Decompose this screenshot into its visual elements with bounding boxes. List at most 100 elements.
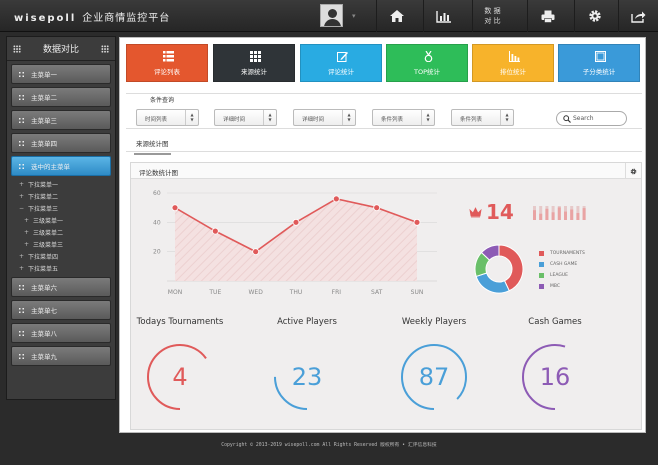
sidebar-subitem-label: 下拉菜单一 xyxy=(28,181,59,189)
sidebar-item-label: 主菜单一 xyxy=(31,71,57,79)
sidebar-subitem[interactable]: + 三级菜单一 xyxy=(11,214,111,226)
sidebar-item[interactable]: 选中的主菜单 xyxy=(11,156,111,176)
updown-icon: ▲ ▼ xyxy=(421,110,434,125)
sidebar-item[interactable]: 主菜单八 xyxy=(11,323,111,343)
y-tick-label: 60 xyxy=(153,190,161,197)
rank-value: 14 xyxy=(486,200,514,224)
panel-settings-button[interactable] xyxy=(625,163,641,179)
stat-value: 87 xyxy=(418,363,450,391)
mini-bar xyxy=(557,207,561,220)
stat-title: Cash Games xyxy=(528,317,582,327)
grid-icon xyxy=(18,116,25,124)
sidebar-item[interactable]: 主菜单二 xyxy=(11,87,111,107)
sidebar-item[interactable]: 主菜单七 xyxy=(11,300,111,320)
search-icon xyxy=(563,115,571,123)
data-point[interactable] xyxy=(171,204,179,212)
mini-bar xyxy=(570,209,574,220)
brand: wisepoll 企业商情监控平台 xyxy=(14,9,170,24)
user-menu-caret-icon[interactable]: ▾ xyxy=(352,12,356,20)
sidebar-item-label: 主菜单八 xyxy=(31,330,57,338)
tile-edit[interactable]: 评论统计 xyxy=(300,44,382,82)
share-icon xyxy=(631,11,646,23)
sidebar-item[interactable]: 主菜单九 xyxy=(11,346,111,366)
sidebar-subitem-label: 下拉菜单三 xyxy=(28,205,59,213)
search-input[interactable]: Search xyxy=(556,111,627,126)
x-tick-label: THU xyxy=(289,289,303,296)
data-point[interactable] xyxy=(332,195,340,203)
data-compare-button[interactable]: 数 据 对 比 xyxy=(472,0,512,32)
filter-select-value: 详细时间 xyxy=(223,117,246,123)
grid-icon xyxy=(18,93,25,101)
sidebar-subitem[interactable]: + 三级菜单二 xyxy=(11,226,111,238)
mini-bar xyxy=(539,213,543,220)
tile-label: 子分类统计 xyxy=(582,68,616,76)
legend-label: LEAGUE xyxy=(550,273,568,278)
sidebar-item[interactable]: 主菜单六 xyxy=(11,277,111,297)
filter-select[interactable]: 详细时间 ▲ ▼ xyxy=(293,109,356,126)
filter-select[interactable]: 条件列表 ▲ ▼ xyxy=(372,109,435,126)
expand-icon: + xyxy=(24,228,30,236)
mini-bar xyxy=(551,212,555,220)
grid-icon[interactable] xyxy=(101,45,109,53)
mini-bar xyxy=(576,213,580,220)
data-point[interactable] xyxy=(373,204,381,212)
filter-select-value: 时间列表 xyxy=(145,117,168,123)
data-point[interactable] xyxy=(413,218,421,226)
filter-select[interactable]: 条件列表 ▲ ▼ xyxy=(451,109,514,126)
sidebar-subitem[interactable]: + 下拉菜单一 xyxy=(11,178,111,190)
sidebar-subitem[interactable]: + 下拉菜单五 xyxy=(11,262,111,274)
filter-legend: 条件查询 xyxy=(147,95,178,104)
chart-panel: 评论数统计图 60 40 20 MON TUE WED THU FRI SAT SUN 14 TO… xyxy=(130,162,642,430)
filter-select[interactable]: 时间列表 ▲ ▼ xyxy=(136,109,199,126)
home-button[interactable] xyxy=(376,0,416,32)
expand-icon: + xyxy=(24,216,30,224)
tab-bar: 来源统计图 xyxy=(126,136,642,155)
home-icon xyxy=(389,10,404,22)
mini-bar xyxy=(564,211,567,220)
sidebar-item[interactable]: 主菜单四 xyxy=(11,133,111,153)
legend-label: TOURNAMENTS xyxy=(550,251,585,256)
bar-chart-icon xyxy=(509,51,520,62)
sidebar-item[interactable]: 主菜单一 xyxy=(11,64,111,84)
sidebar-item-label: 主菜单四 xyxy=(31,140,57,148)
grid-icon xyxy=(13,45,21,53)
data-point[interactable] xyxy=(292,218,300,226)
data-point[interactable] xyxy=(211,227,219,235)
area-fill xyxy=(175,198,417,281)
stat-title: Weekly Players xyxy=(401,317,467,327)
sidebar-subitem[interactable]: + 下拉菜单四 xyxy=(11,250,111,262)
grid-icon xyxy=(18,70,25,78)
data-point[interactable] xyxy=(252,248,260,256)
tile-bar-chart[interactable]: 排位统计 xyxy=(472,44,554,82)
sidebar-item-label: 主菜单六 xyxy=(31,284,57,292)
expand-icon: + xyxy=(19,180,25,188)
expand-icon: + xyxy=(19,252,25,260)
tile-medal[interactable]: TOP统计 xyxy=(386,44,468,82)
sidebar-subitem[interactable]: − 下拉菜单三 xyxy=(11,202,111,214)
share-button[interactable] xyxy=(618,0,658,32)
tab-source-chart[interactable]: 来源统计图 xyxy=(134,138,171,155)
stat-value: 23 xyxy=(291,363,323,391)
print-button[interactable] xyxy=(527,0,567,32)
sidebar-item-label: 主菜单二 xyxy=(31,94,57,102)
tile-label: 评论统计 xyxy=(328,68,354,76)
square-icon xyxy=(595,51,606,62)
sidebar-subitem-label: 三级菜单一 xyxy=(33,217,64,225)
tile-list[interactable]: 评论列表 xyxy=(126,44,208,82)
sidebar-item[interactable]: 主菜单三 xyxy=(11,110,111,130)
sidebar-subitem-label: 三级菜单二 xyxy=(33,229,64,237)
sidebar-subitem[interactable]: + 下拉菜单二 xyxy=(11,190,111,202)
tile-square[interactable]: 子分类统计 xyxy=(558,44,640,82)
sidebar-subitem-label: 下拉菜单五 xyxy=(28,265,59,273)
filter-select[interactable]: 详细时间 ▲ ▼ xyxy=(214,109,277,126)
user-avatar[interactable] xyxy=(320,4,343,27)
grid-icon xyxy=(250,51,261,62)
sidebar-subitem[interactable]: + 三级菜单三 xyxy=(11,238,111,250)
tile-grid[interactable]: 来源统计 xyxy=(213,44,295,82)
main-content: 评论列表 来源统计 评论统计 TOP统计 排位统计 子分类统计 条件查询 时间列表 ▲ ▼ 详细… xyxy=(119,37,646,433)
settings-button[interactable] xyxy=(574,0,614,32)
stats-button[interactable] xyxy=(423,0,463,32)
grid-icon xyxy=(18,329,25,337)
expand-icon: + xyxy=(19,192,25,200)
filter-select-value: 条件列表 xyxy=(460,117,483,123)
